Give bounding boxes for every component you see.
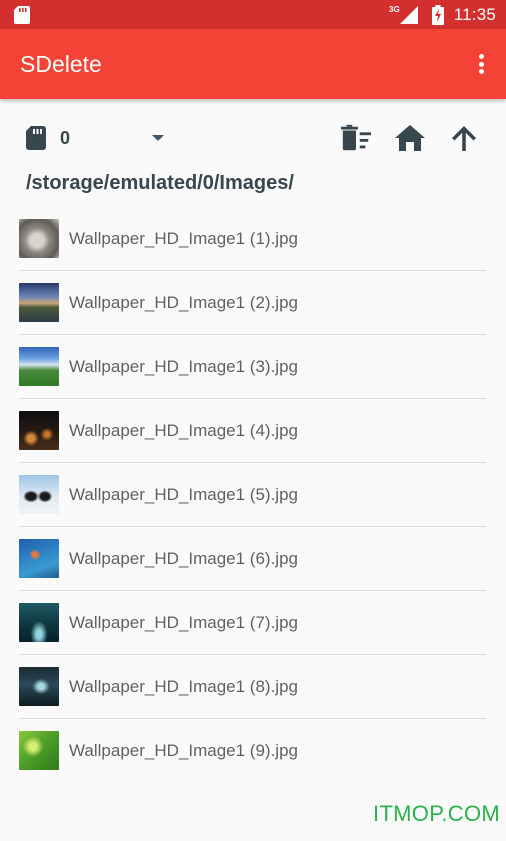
signal-icon (399, 6, 418, 24)
list-item[interactable]: Wallpaper_HD_Image1 (1).jpg (0, 207, 506, 271)
file-thumbnail (19, 603, 59, 642)
app-bar: SDelete (0, 29, 506, 99)
overflow-menu-icon[interactable] (474, 51, 488, 77)
file-name: Wallpaper_HD_Image1 (8).jpg (69, 677, 298, 696)
file-thumbnail (19, 667, 59, 706)
file-name: Wallpaper_HD_Image1 (4).jpg (69, 421, 298, 440)
file-name: Wallpaper_HD_Image1 (6).jpg (69, 549, 298, 568)
file-thumbnail (19, 283, 59, 322)
dropdown-arrow-icon[interactable] (150, 132, 166, 144)
status-icons: 3G 11:35 (389, 4, 496, 26)
file-thumbnail (19, 347, 59, 386)
home-icon[interactable] (394, 122, 426, 154)
current-path: /storage/emulated/0/Images/ (26, 172, 294, 194)
file-thumbnail (19, 219, 59, 258)
toolbar: 0 (0, 110, 506, 166)
app-title: SDelete (20, 51, 102, 77)
arrow-up-icon[interactable] (448, 122, 480, 154)
file-name: Wallpaper_HD_Image1 (3).jpg (69, 357, 298, 376)
list-item[interactable]: Wallpaper_HD_Image1 (9).jpg (0, 719, 506, 783)
delete-sweep-icon[interactable] (340, 122, 372, 154)
status-bar: 3G 11:35 (0, 0, 506, 29)
file-name: Wallpaper_HD_Image1 (7).jpg (69, 613, 298, 632)
list-item[interactable]: Wallpaper_HD_Image1 (2).jpg (0, 271, 506, 335)
clock: 11:35 (453, 5, 496, 24)
network-type: 3G (389, 4, 400, 14)
list-item[interactable]: Wallpaper_HD_Image1 (4).jpg (0, 399, 506, 463)
list-item[interactable]: Wallpaper_HD_Image1 (6).jpg (0, 527, 506, 591)
file-name: Wallpaper_HD_Image1 (5).jpg (69, 485, 298, 504)
sd-card-selector-value[interactable]: 0 (60, 128, 70, 149)
file-thumbnail (19, 731, 59, 770)
file-thumbnail (19, 411, 59, 450)
list-item[interactable]: Wallpaper_HD_Image1 (8).jpg (0, 655, 506, 719)
list-item[interactable]: Wallpaper_HD_Image1 (3).jpg (0, 335, 506, 399)
file-list: Wallpaper_HD_Image1 (1).jpg Wallpaper_HD… (0, 207, 506, 783)
file-thumbnail (19, 539, 59, 578)
list-item[interactable]: Wallpaper_HD_Image1 (7).jpg (0, 591, 506, 655)
list-item[interactable]: Wallpaper_HD_Image1 (5).jpg (0, 463, 506, 527)
file-thumbnail (19, 475, 59, 514)
sd-card-icon (14, 6, 30, 24)
watermark: ITMOP.COM (373, 801, 500, 826)
file-name: Wallpaper_HD_Image1 (2).jpg (69, 293, 298, 312)
sd-card-icon[interactable] (20, 122, 52, 154)
file-name: Wallpaper_HD_Image1 (1).jpg (69, 229, 298, 248)
file-name: Wallpaper_HD_Image1 (9).jpg (69, 741, 298, 760)
battery-icon (431, 5, 444, 25)
